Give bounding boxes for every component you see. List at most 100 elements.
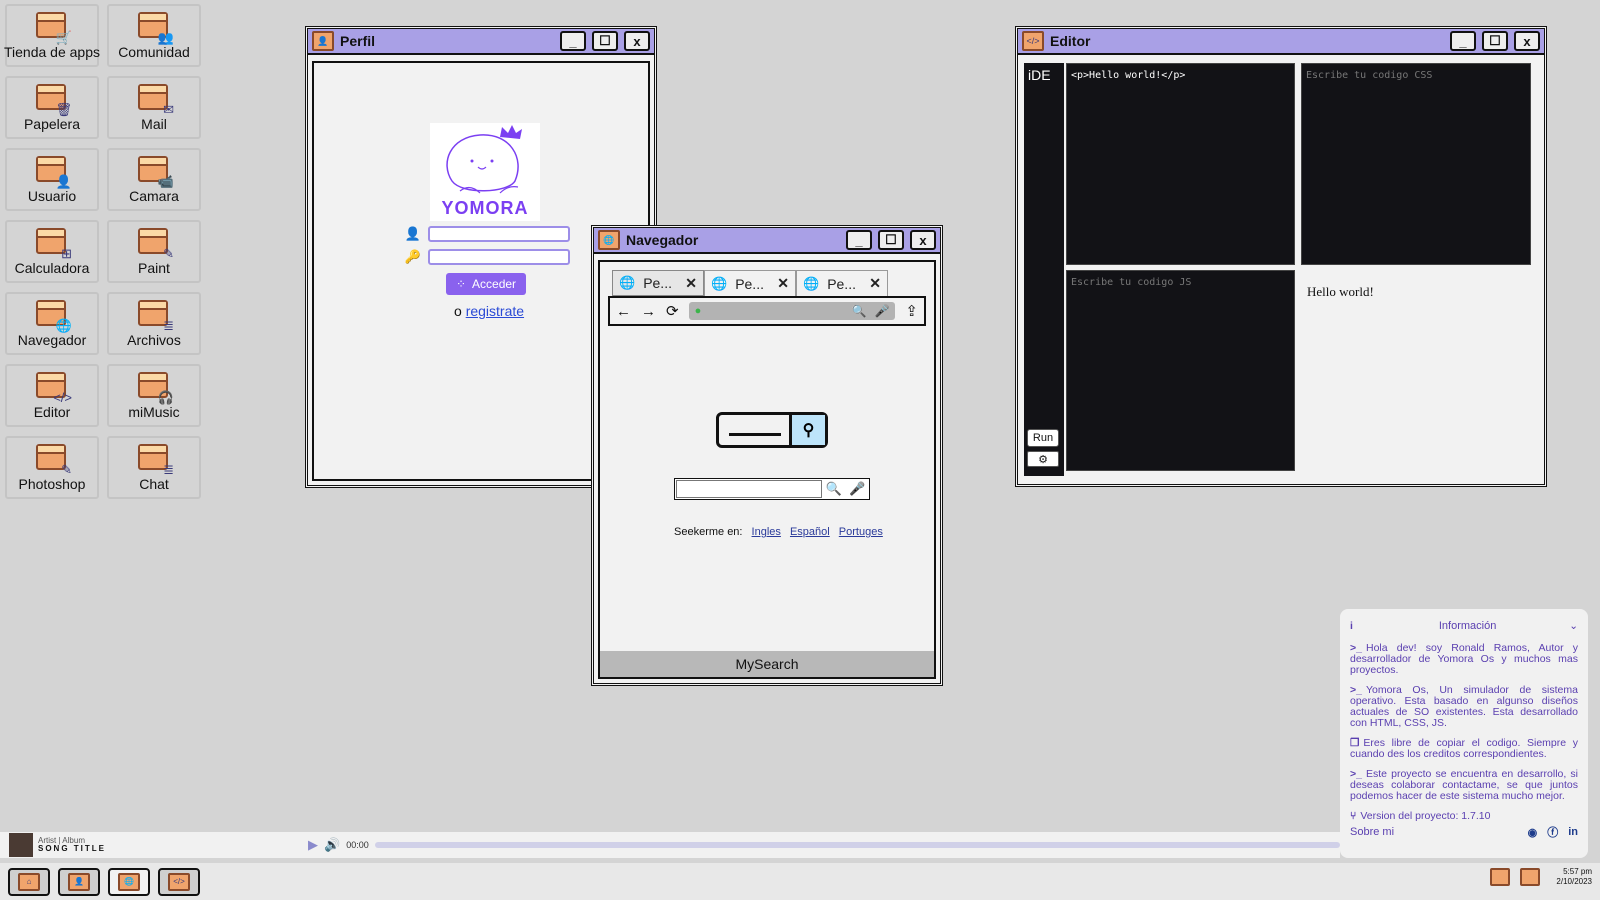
system-tray: 5:57 pm 2/10/2023 — [1490, 867, 1592, 886]
notification-icon[interactable] — [1490, 867, 1511, 886]
desktop-icon-label: Comunidad — [118, 44, 190, 60]
track-meta: Artist | Album SONG TITLE — [38, 837, 308, 853]
info-header[interactable]: i Información ⌄ — [1350, 617, 1578, 635]
user-icon: 👤 — [404, 226, 422, 241]
browser-body: 🌐 Pe... ✕ 🌐 Pe... ✕ 🌐 Pe... ✕ ← → ⟳ ● 🔍 … — [598, 260, 936, 679]
js-editor[interactable]: Escribe tu codigo JS — [1066, 270, 1295, 471]
username-input[interactable] — [428, 226, 570, 242]
globe-icon: 🌐 — [711, 275, 728, 291]
github-icon[interactable]: ◉ — [1528, 826, 1538, 839]
facebook-icon[interactable]: ⓕ — [1547, 824, 1558, 840]
taskbar-perfil[interactable]: 👤 — [58, 867, 100, 896]
ide-sidebar: iDE Run ⚙ — [1024, 63, 1064, 476]
close-button[interactable]: x — [1514, 31, 1540, 51]
minimize-button[interactable]: _ — [846, 230, 872, 250]
taskbar-editor[interactable]: </> — [158, 867, 200, 896]
address-bar[interactable]: ● 🔍 🎤 — [688, 302, 896, 320]
forward-icon[interactable]: → — [641, 303, 656, 320]
tab-close-icon[interactable]: ✕ — [685, 275, 697, 292]
browser-window: 🌐 Navegador _ ☐ x 🌐 Pe... ✕ 🌐 Pe... ✕ 🌐 … — [591, 225, 943, 686]
play-icon[interactable]: ▶ — [308, 837, 318, 853]
settings-button[interactable]: ⚙ — [1027, 451, 1059, 467]
close-button[interactable]: x — [910, 230, 936, 250]
desktop-icon-mimusic[interactable]: 🎧 miMusic — [107, 364, 201, 427]
minimize-button[interactable]: _ — [560, 31, 586, 51]
lang-link-ingles[interactable]: Ingles — [752, 526, 781, 538]
maximize-button[interactable]: ☐ — [592, 31, 618, 51]
back-icon[interactable]: ← — [616, 303, 631, 320]
desktop-icon-label: Editor — [33, 404, 71, 420]
desktop-icon-editor[interactable]: </> Editor — [5, 364, 99, 427]
password-input[interactable] — [428, 249, 570, 265]
editor-titlebar[interactable]: </> Editor _ ☐ x — [1018, 29, 1544, 55]
username-row: 👤 — [404, 226, 570, 242]
tab-1[interactable]: 🌐 Pe... ✕ — [612, 270, 704, 296]
mic-icon[interactable]: 🎤 — [874, 304, 889, 318]
chevron-down-icon[interactable]: ⌄ — [1569, 620, 1578, 632]
song-title: SONG TITLE — [38, 844, 106, 853]
desktop-icon-calculadora[interactable]: ⊞ Calculadora — [5, 220, 99, 283]
search-icon[interactable]: 🔍 — [852, 304, 867, 318]
desktop-icon-mail[interactable]: ✉ Mail — [107, 76, 201, 139]
progress-bar[interactable] — [374, 842, 1340, 848]
desktop-icon-archivos[interactable]: ≣ Archivos — [107, 292, 201, 355]
linkedin-icon[interactable]: in — [1568, 826, 1578, 838]
version-line: ⑂ Version del proyecto: 1.7.10 — [1350, 810, 1491, 823]
desktop-icon-chat[interactable]: ≣ Chat — [107, 436, 201, 499]
minimize-button[interactable]: _ — [1450, 31, 1476, 51]
desktop-icon-usuario[interactable]: 👤 Usuario — [5, 148, 99, 211]
maximize-button[interactable]: ☐ — [878, 230, 904, 250]
desktop-icon-photoshop[interactable]: ✎ Photoshop — [5, 436, 99, 499]
nav-bar: ← → ⟳ ● 🔍 🎤 ⇪ — [608, 296, 926, 326]
headphones-icon: 🎧 — [138, 372, 174, 404]
language-links: Seekerme en: Ingles Español Portuges — [674, 526, 883, 538]
desktop-icon-label: Calculadora — [14, 260, 90, 276]
desktop-icon-paint[interactable]: ✎ Paint — [107, 220, 201, 283]
window-title: Editor — [1050, 33, 1091, 49]
desktop-icon-label: miMusic — [128, 404, 180, 420]
info-icon: i — [1350, 620, 1353, 632]
globe-icon: 🌐 — [803, 275, 820, 291]
taskbar-navegador[interactable]: 🌐 — [108, 867, 150, 896]
maximize-button[interactable]: ☐ — [1482, 31, 1508, 51]
tab-2[interactable]: 🌐 Pe... ✕ — [704, 270, 796, 296]
user-icon: 👤 — [312, 31, 334, 51]
lang-link-portuges[interactable]: Portuges — [839, 526, 883, 538]
html-editor[interactable]: <p>Hello world!</p> — [1066, 63, 1295, 265]
perfil-titlebar[interactable]: 👤 Perfil _ ☐ x — [308, 29, 654, 55]
close-button[interactable]: x — [624, 31, 650, 51]
desktop-icon-comunidad[interactable]: 👥 Comunidad — [107, 4, 201, 67]
desktop-icon-papelera[interactable]: 🗑 Papelera — [5, 76, 99, 139]
taskbar-home[interactable]: ⌂ — [8, 867, 50, 896]
tab-title: Pe... — [643, 275, 672, 291]
search-icon[interactable]: 🔍 — [822, 481, 846, 497]
tab-close-icon[interactable]: ✕ — [777, 275, 789, 292]
home-icon: ⌂ — [18, 872, 40, 891]
login-button[interactable]: ⁘ Acceder — [446, 273, 526, 295]
about-link[interactable]: Sobre mi — [1350, 826, 1518, 838]
search-input[interactable] — [676, 480, 822, 498]
tab-3[interactable]: 🌐 Pe... ✕ — [796, 270, 888, 296]
desktop-icon-navegador[interactable]: 🌐 Navegador — [5, 292, 99, 355]
lang-link-espanol[interactable]: Español — [790, 526, 830, 538]
desktop-icon-label: Chat — [139, 476, 169, 492]
css-editor[interactable]: Escribe tu codigo CSS — [1301, 63, 1531, 265]
user-icon: 👤 — [36, 156, 72, 188]
browser-icon: 🌐 — [598, 230, 620, 250]
info-paragraph: >_ Este proyecto se encuentra en desarrol… — [1350, 768, 1578, 803]
tab-close-icon[interactable]: ✕ — [869, 275, 881, 292]
mic-icon[interactable]: 🎤 — [846, 481, 870, 497]
browser-titlebar[interactable]: 🌐 Navegador _ ☐ x — [594, 228, 940, 254]
desktop-icon-label: Navegador — [17, 332, 87, 348]
register-link[interactable]: registrate — [466, 303, 524, 319]
mascot-drawing — [446, 125, 522, 194]
run-button[interactable]: Run — [1027, 429, 1059, 447]
volume-icon[interactable]: 🔊 — [324, 837, 340, 853]
reload-icon[interactable]: ⟳ — [666, 302, 679, 320]
browser-icon: 🌐 — [118, 872, 140, 891]
desktop-icon-camara[interactable]: 📹 Camara — [107, 148, 201, 211]
share-icon[interactable]: ⇪ — [905, 302, 918, 320]
info-title: Información — [1438, 620, 1497, 632]
desktop-icon-tienda-de-apps[interactable]: 🛒 Tienda de apps — [4, 4, 100, 67]
settings-tray-icon[interactable] — [1520, 867, 1541, 886]
